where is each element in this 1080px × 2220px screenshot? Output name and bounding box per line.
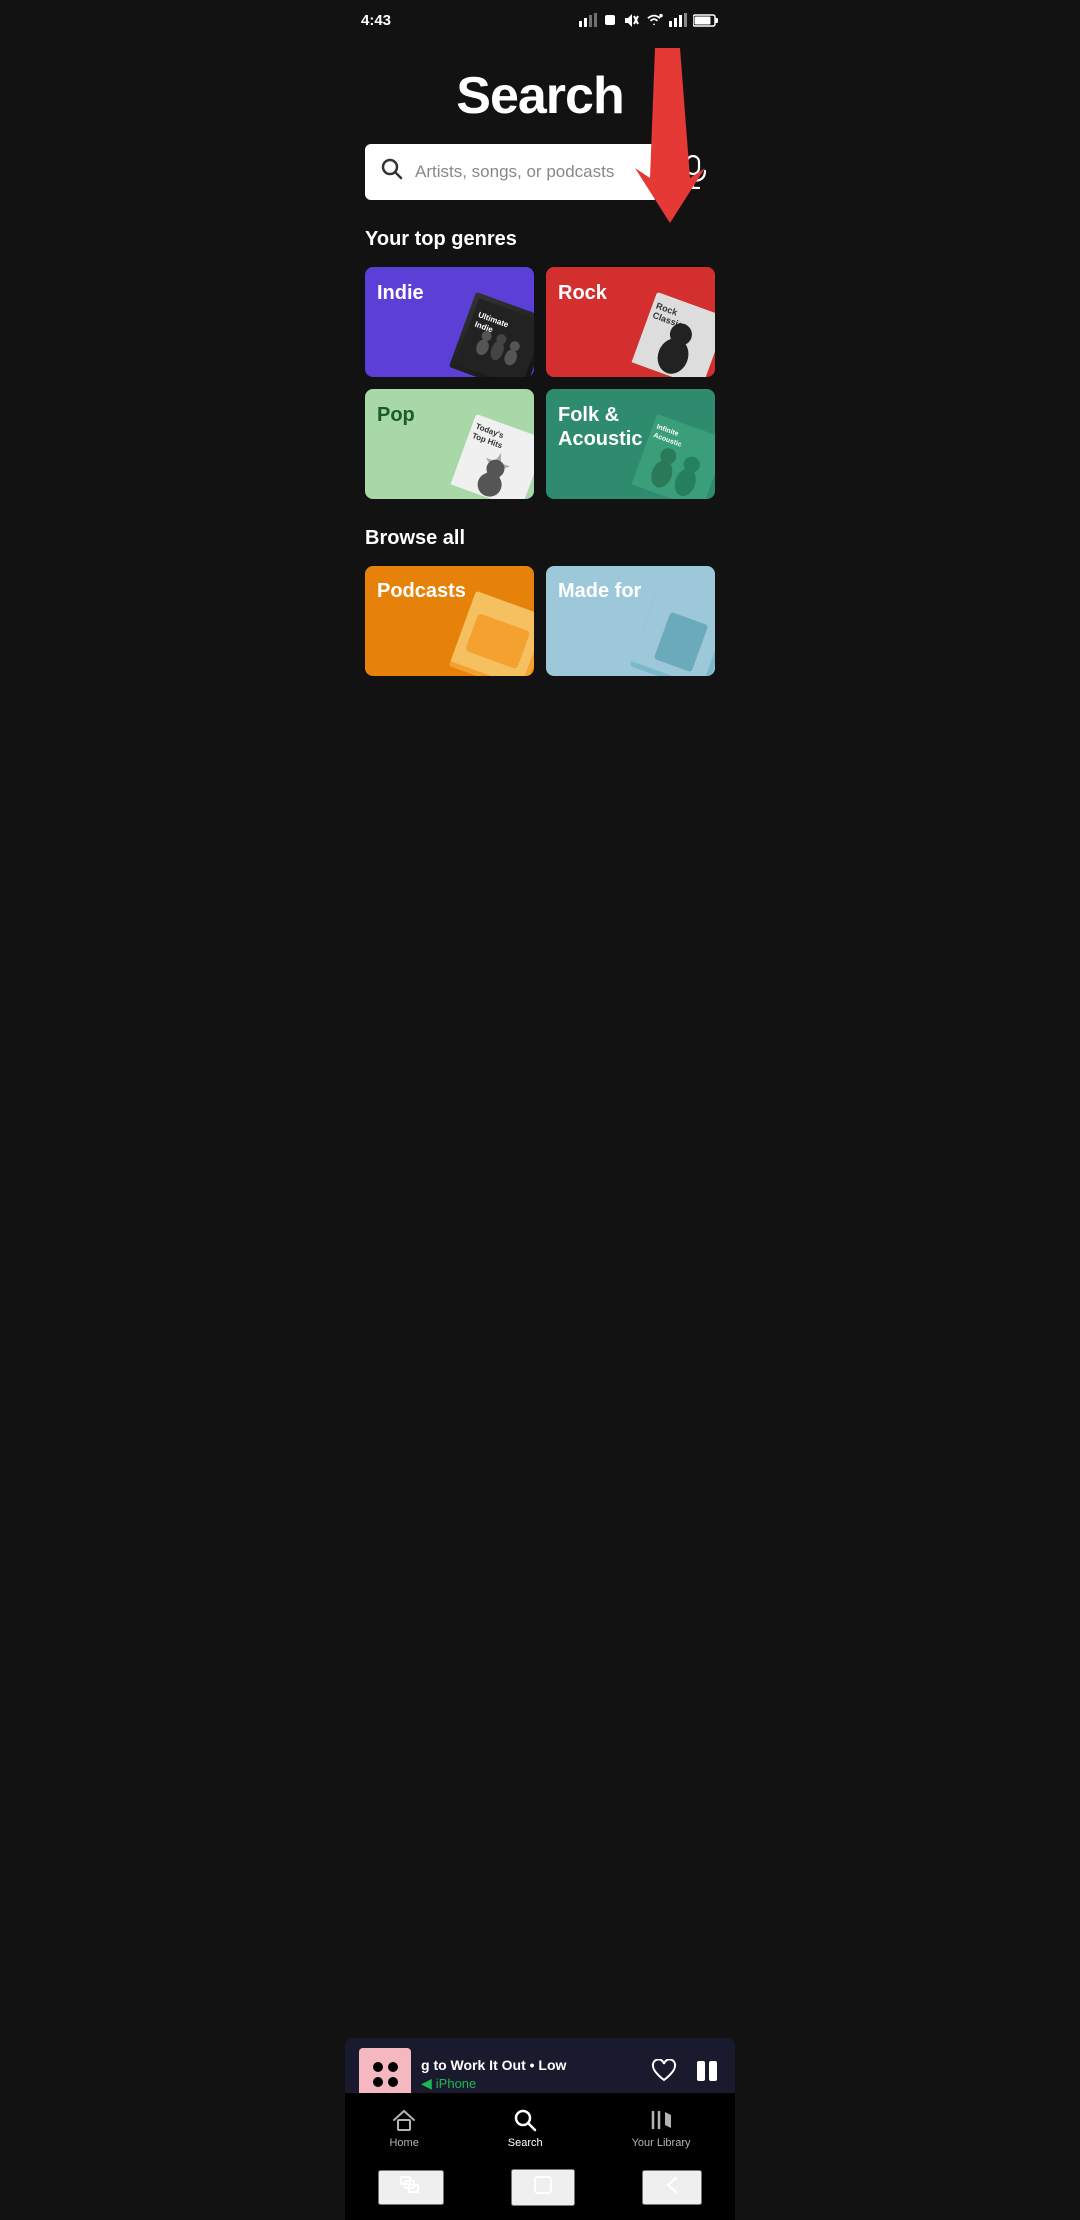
pause-button[interactable] — [693, 2057, 721, 2091]
genre-pop[interactable]: Pop Today's Top Hits — [365, 389, 534, 499]
browse-podcasts-label: Podcasts — [377, 580, 466, 603]
android-system-nav — [345, 2159, 735, 2220]
now-playing-device: ◀ iPhone — [421, 2075, 641, 2092]
device-name: iPhone — [436, 2076, 476, 2091]
spotify-bottom-nav: Home Search Your Library — [345, 2093, 735, 2159]
genre-folk-album: Infinite Acoustic — [630, 414, 715, 499]
home-icon — [391, 2107, 417, 2133]
browse-madefor[interactable]: Made for — [546, 566, 715, 676]
status-icons — [579, 13, 719, 27]
signal2-icon — [669, 13, 687, 27]
library-icon — [648, 2107, 674, 2133]
search-nav-icon — [512, 2107, 538, 2133]
android-back-btn[interactable] — [642, 2170, 702, 2205]
genre-rock-album: Rock Classics — [630, 292, 715, 377]
search-input-wrapper[interactable]: Artists, songs, or podcasts — [365, 144, 659, 200]
status-time: 4:43 — [361, 12, 391, 29]
genre-grid: Indie Ultimate Indie — [365, 267, 715, 499]
genre-folk[interactable]: Folk &Acoustic Infinite Acoustic — [546, 389, 715, 499]
search-placeholder[interactable]: Artists, songs, or podcasts — [415, 162, 643, 182]
mute-icon — [623, 13, 639, 27]
bottom-area: Home Search Your Library — [345, 2093, 735, 2220]
red-arrow — [625, 48, 715, 233]
nav-search[interactable]: Search — [488, 2103, 563, 2153]
browse-madefor-label: Made for — [558, 580, 641, 603]
status-bar: 4:43 — [345, 0, 735, 36]
nav-library-label: Your Library — [632, 2137, 691, 2149]
nav-home-label: Home — [389, 2137, 418, 2149]
genre-rock-label: Rock — [558, 281, 607, 305]
browse-podcasts[interactable]: Podcasts — [365, 566, 534, 676]
android-recents-btn[interactable] — [378, 2170, 444, 2205]
genre-pop-label: Pop — [377, 403, 415, 427]
browse-grid: Podcasts Made for — [365, 566, 715, 676]
genre-pop-album: Today's Top Hits — [449, 414, 534, 499]
device-icon: ◀ — [421, 2075, 432, 2092]
wifi-icon — [645, 13, 663, 27]
android-home-btn[interactable] — [511, 2169, 575, 2206]
nav-home[interactable]: Home — [369, 2103, 438, 2153]
notification-icon — [603, 13, 617, 27]
genre-indie[interactable]: Indie Ultimate Indie — [365, 267, 534, 377]
genre-folk-label: Folk &Acoustic — [558, 403, 642, 451]
browse-podcasts-art — [449, 591, 534, 676]
genre-indie-label: Indie — [377, 281, 424, 305]
battery-icon — [693, 14, 719, 27]
genre-indie-album: Ultimate Indie — [449, 292, 534, 377]
search-icon — [381, 158, 403, 186]
genre-rock[interactable]: Rock Rock Classics — [546, 267, 715, 377]
browse-madefor-art — [630, 591, 715, 676]
nav-search-label: Search — [508, 2137, 543, 2149]
now-playing-song: g to Work It Out • Low — [421, 2057, 641, 2073]
now-playing-info: g to Work It Out • Low ◀ iPhone — [421, 2057, 641, 2092]
signal-icon — [579, 13, 597, 27]
now-playing-controls — [651, 2057, 721, 2091]
heart-button[interactable] — [651, 2059, 677, 2089]
nav-library[interactable]: Your Library — [612, 2103, 711, 2153]
browse-all-title: Browse all — [365, 527, 715, 550]
